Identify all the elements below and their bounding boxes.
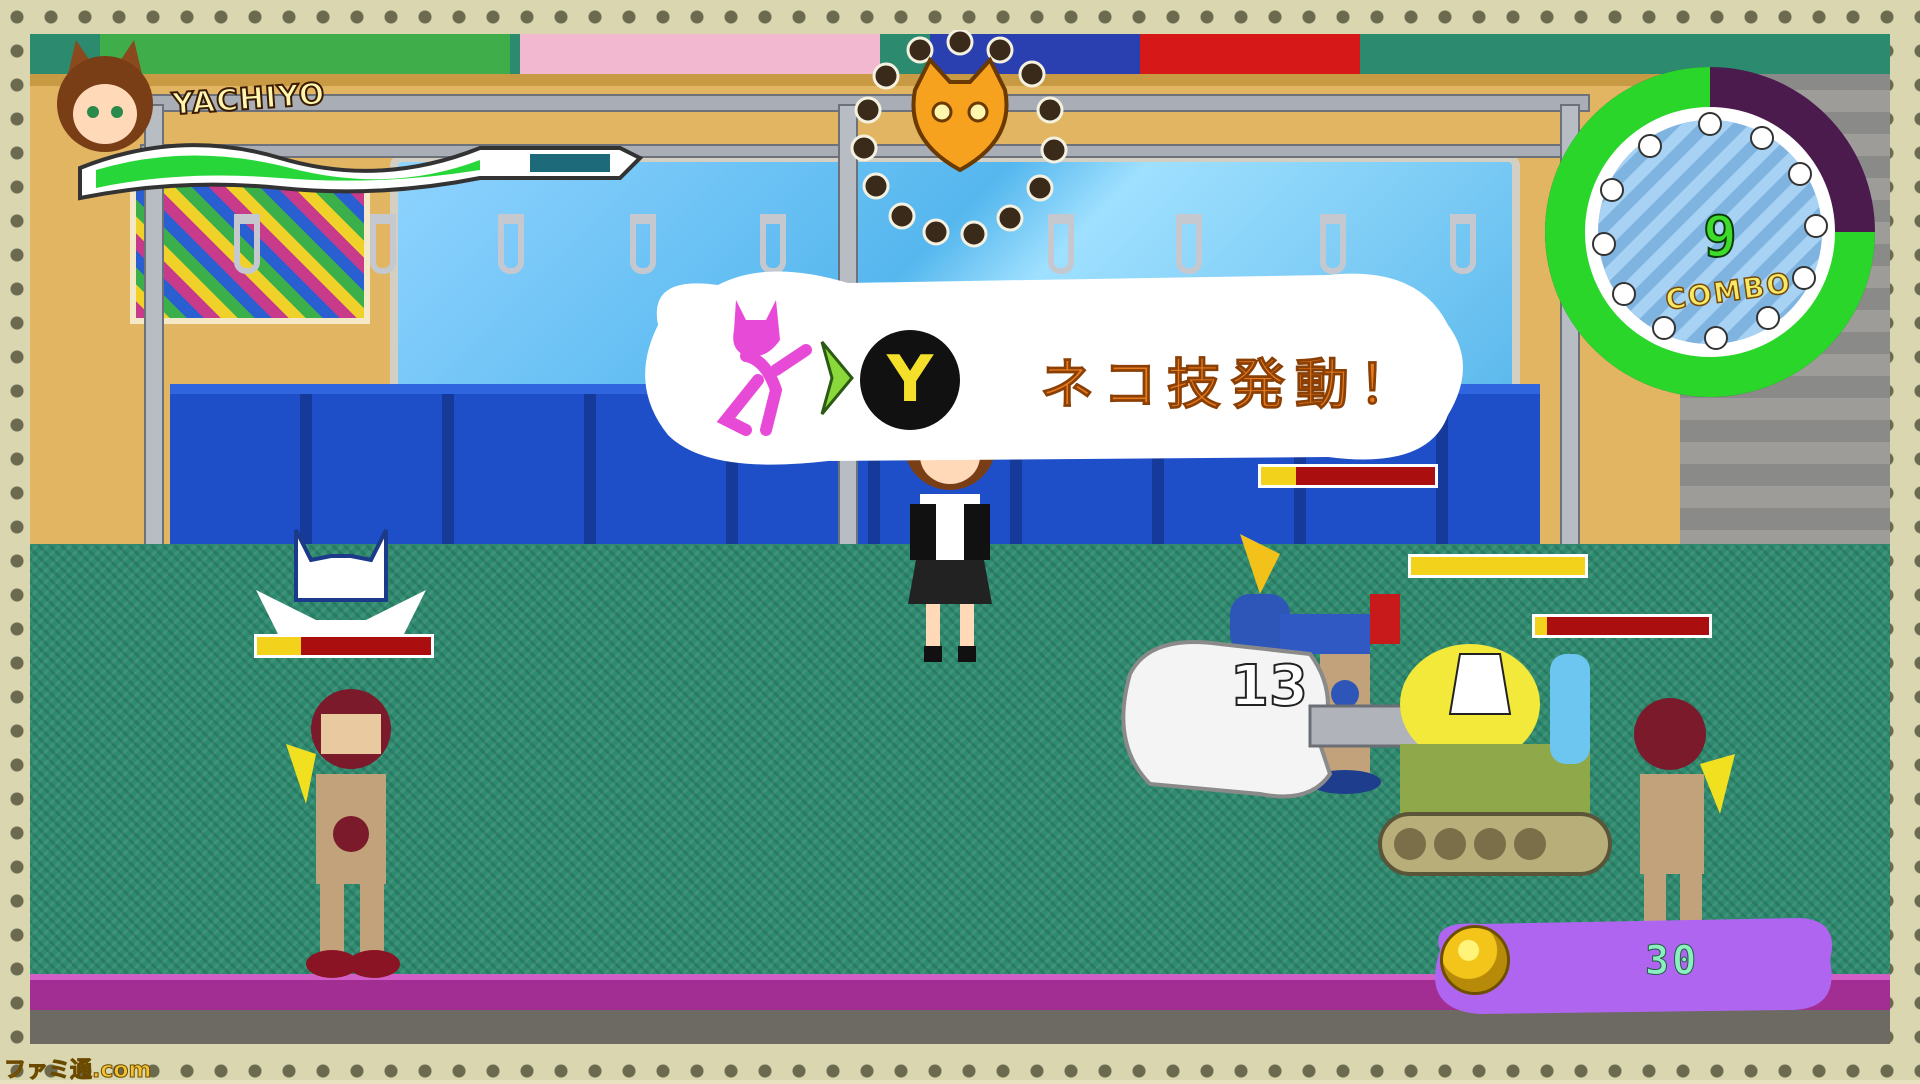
enemy-hp-bar (1532, 614, 1712, 638)
player-hp-bar (78, 143, 644, 201)
coin-icon (1440, 925, 1510, 995)
pink-cat-icon (716, 300, 812, 436)
watermark: ファミ通.com (3, 1058, 152, 1084)
y-button-icon: Y (860, 330, 960, 430)
coin-count: 30 (1644, 938, 1700, 985)
enemy-hp-fill (1535, 617, 1548, 635)
enemy-hp-bar (1408, 554, 1588, 578)
strap-handle (498, 214, 524, 274)
strap-handle (370, 214, 396, 274)
combo-count: 9 (1702, 204, 1738, 271)
enemy-hp-bar (254, 634, 434, 658)
prompt-text: ネコ技発動！ (1040, 353, 1423, 417)
robot-enemy-left-sprite (286, 689, 400, 978)
damage-popup: 13 (1229, 653, 1309, 720)
chevron-right-icon (820, 341, 854, 415)
enemy-hp-fill (1411, 557, 1585, 575)
enemy-hp-fill (257, 637, 301, 655)
cat-wreath-icon (850, 30, 1068, 248)
strap-handle (234, 214, 260, 274)
